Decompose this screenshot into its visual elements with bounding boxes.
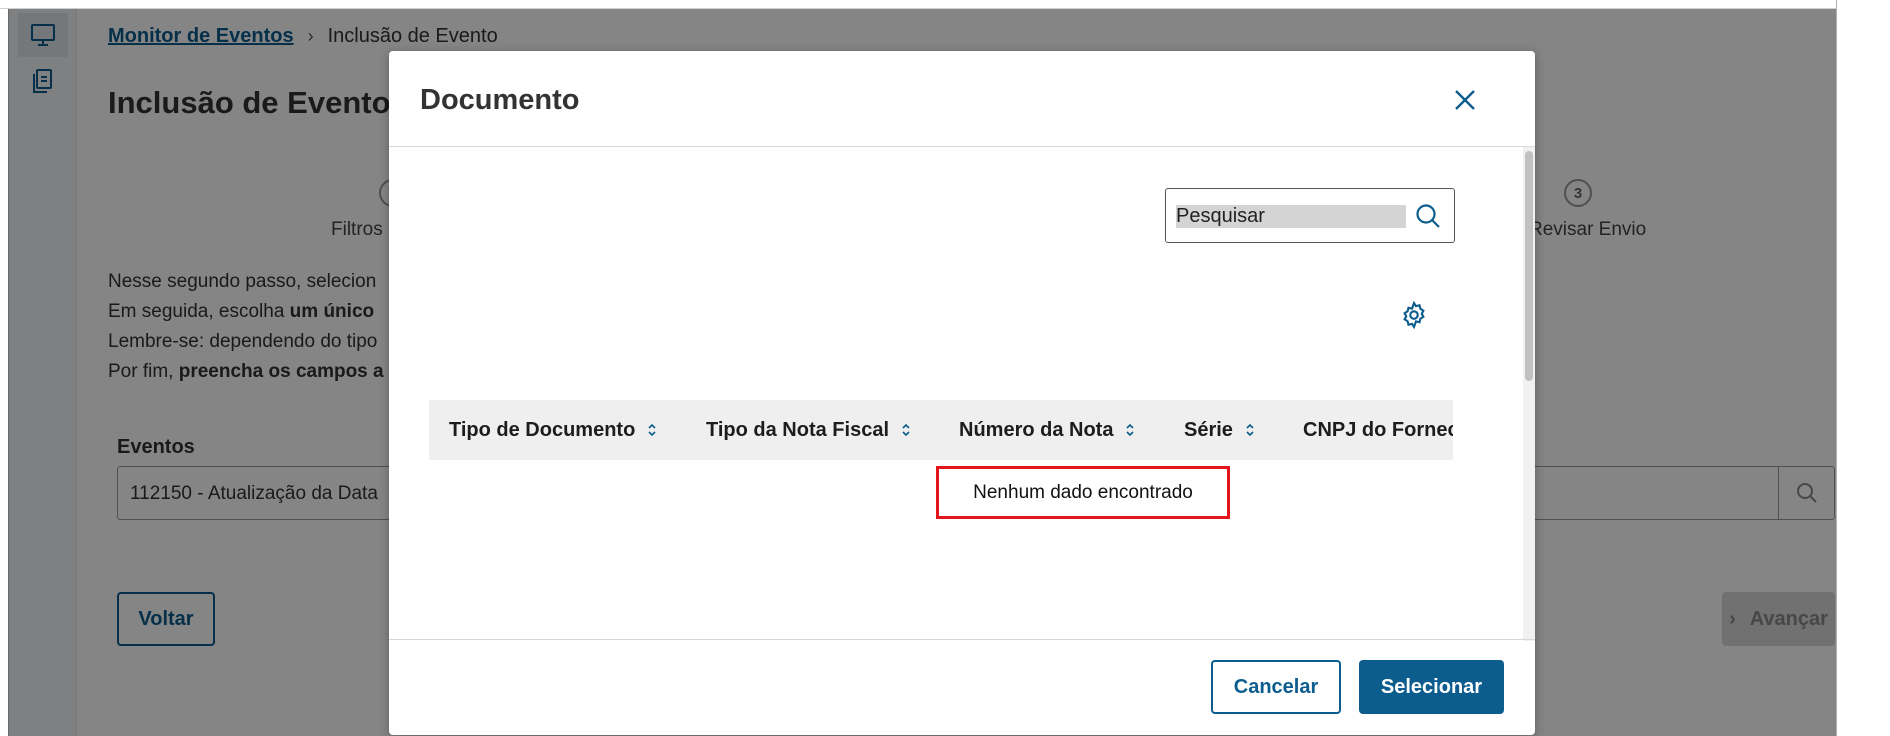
sort-icon <box>902 423 910 437</box>
modal-scrollbar[interactable] <box>1523 147 1535 641</box>
cancel-button[interactable]: Cancelar <box>1211 660 1341 714</box>
column-header-tipo-nota-fiscal[interactable]: Tipo da Nota Fiscal <box>706 400 911 460</box>
modal-body: Tipo de Documento Tipo da Nota Fiscal Nú… <box>389 148 1535 638</box>
modal-title: Documento <box>420 84 580 116</box>
search-field[interactable] <box>1165 188 1455 243</box>
sort-icon <box>1246 423 1254 437</box>
empty-state-message: Nenhum dado encontrado <box>936 466 1230 519</box>
table-header: Tipo de Documento Tipo da Nota Fiscal Nú… <box>429 400 1453 460</box>
table-settings-button[interactable] <box>1399 300 1429 335</box>
documento-modal: Documento Tipo d <box>389 51 1535 735</box>
close-icon <box>1455 90 1475 110</box>
modal-header: Documento <box>389 51 1535 147</box>
close-button[interactable] <box>1447 82 1483 118</box>
modal-footer: Cancelar Selecionar <box>389 639 1535 735</box>
modal-scrollbar-thumb[interactable] <box>1525 151 1533 381</box>
sort-icon <box>1126 423 1135 437</box>
column-header-numero-nota[interactable]: Número da Nota <box>959 400 1135 460</box>
select-button[interactable]: Selecionar <box>1359 660 1504 714</box>
column-header-serie[interactable]: Série <box>1184 400 1255 460</box>
search-input[interactable] <box>1176 202 1406 230</box>
sort-icon <box>648 423 656 437</box>
search-button[interactable] <box>1414 202 1442 235</box>
window-top-edge <box>0 0 1890 9</box>
column-header-tipo-documento[interactable]: Tipo de Documento <box>449 400 657 460</box>
column-header-cnpj-fornecedor[interactable]: CNPJ do Fornec <box>1303 400 1453 460</box>
gear-icon <box>1403 300 1425 330</box>
search-icon <box>1416 204 1440 228</box>
window-right-edge <box>1836 0 1890 736</box>
